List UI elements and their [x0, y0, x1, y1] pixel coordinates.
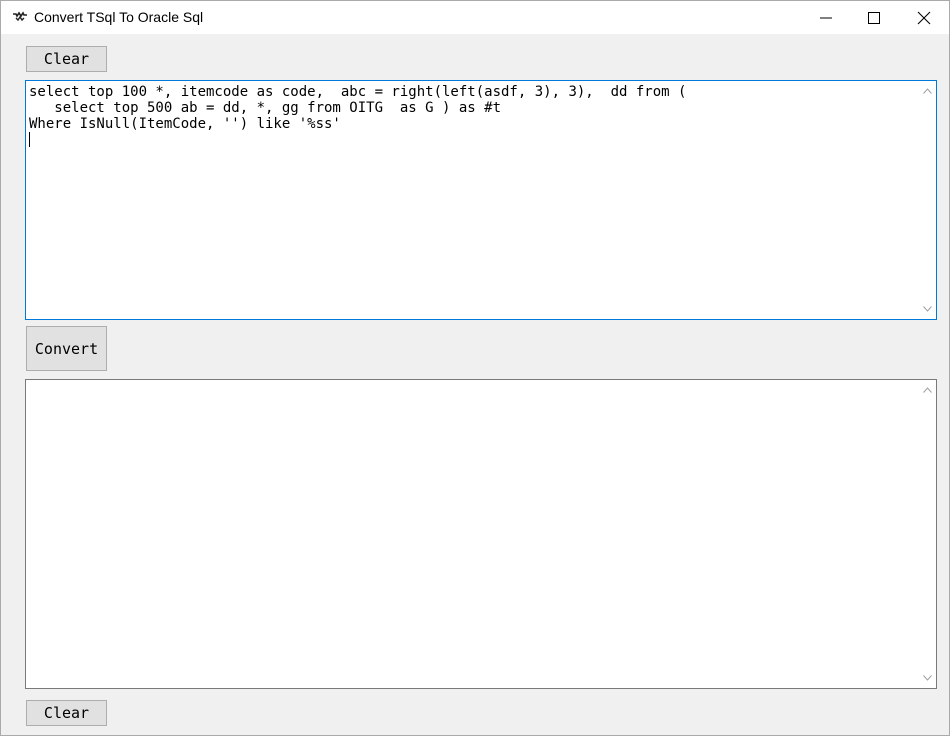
- chevron-down-icon[interactable]: [923, 675, 932, 681]
- convert-button[interactable]: Convert: [26, 326, 107, 371]
- input-scrollbar[interactable]: [919, 81, 936, 319]
- output-scrollbar[interactable]: [919, 380, 936, 688]
- minimize-icon: [820, 17, 832, 19]
- clear-output-button[interactable]: Clear: [26, 700, 107, 726]
- oracle-output-textarea[interactable]: [25, 379, 937, 689]
- input-line-1: select top 100 *, itemcode as code, abc …: [29, 84, 687, 100]
- maximize-button[interactable]: [849, 1, 899, 34]
- chevron-up-icon[interactable]: [923, 387, 932, 393]
- maximize-icon: [868, 12, 880, 24]
- minimize-button[interactable]: [801, 1, 851, 34]
- main-window: Convert TSql To Oracle Sql Clear select …: [0, 0, 950, 736]
- text-caret: [29, 132, 30, 147]
- close-icon: [917, 11, 931, 25]
- tsql-input-text: select top 100 *, itemcode as code, abc …: [29, 84, 686, 148]
- input-line-2: select top 500 ab = dd, *, gg from OITG …: [29, 100, 502, 116]
- clear-input-button[interactable]: Clear: [26, 46, 107, 72]
- title-bar[interactable]: Convert TSql To Oracle Sql: [1, 1, 949, 34]
- chevron-down-icon[interactable]: [923, 306, 932, 312]
- chevron-up-icon[interactable]: [923, 88, 932, 94]
- close-button[interactable]: [899, 1, 949, 34]
- tsql-input-textarea[interactable]: select top 100 *, itemcode as code, abc …: [25, 80, 937, 320]
- input-line-3: Where IsNull(ItemCode, '') like '%ss': [29, 116, 341, 132]
- app-icon: [13, 11, 27, 22]
- window-title: Convert TSql To Oracle Sql: [34, 9, 204, 25]
